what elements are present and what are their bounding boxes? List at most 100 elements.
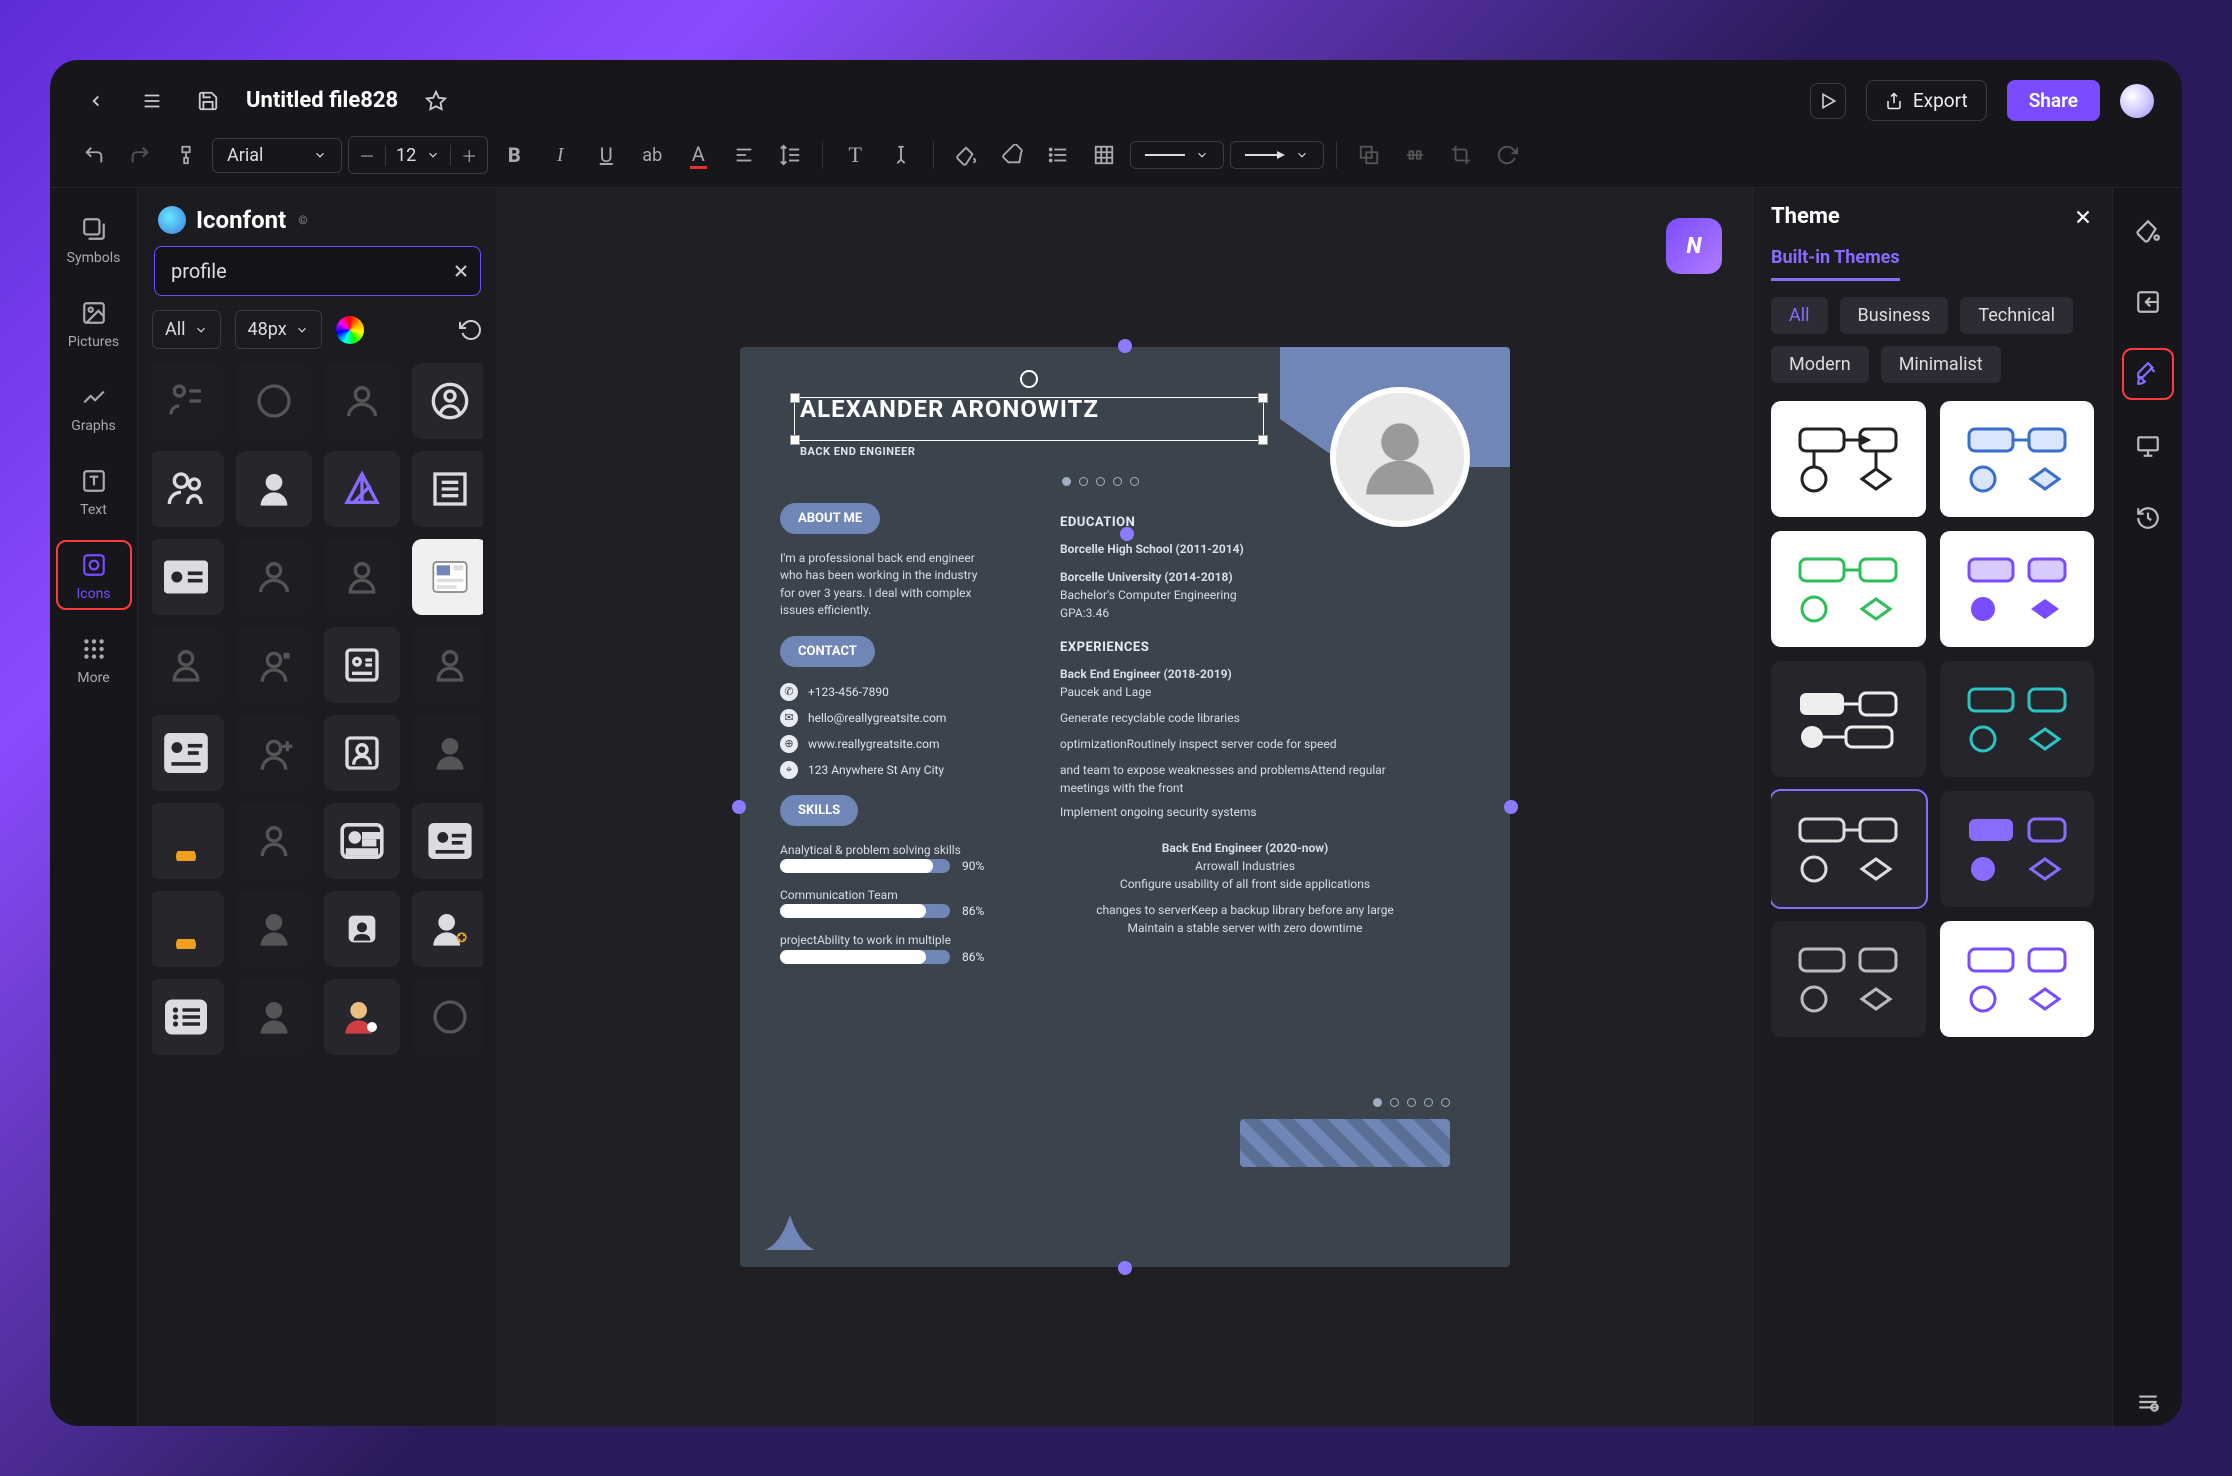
icon-filter-all[interactable]: All bbox=[152, 310, 221, 349]
resume-document[interactable]: ALEXANDER ARONOWITZ BACK END ENGINEER AB… bbox=[740, 347, 1510, 1267]
history-icon[interactable] bbox=[2124, 494, 2172, 542]
icon-tile[interactable] bbox=[152, 891, 224, 967]
theme-card[interactable] bbox=[1940, 401, 2095, 517]
icon-tile[interactable] bbox=[324, 451, 400, 527]
theme-tab[interactable]: Built-in Themes bbox=[1771, 247, 1900, 281]
icon-tile[interactable] bbox=[324, 363, 400, 439]
rail-pictures[interactable]: Pictures bbox=[58, 290, 130, 356]
play-icon[interactable] bbox=[1810, 83, 1846, 119]
icon-tile[interactable] bbox=[236, 363, 312, 439]
brand-badge[interactable]: N bbox=[1666, 218, 1722, 274]
icon-tile[interactable] bbox=[412, 803, 484, 879]
undo-icon[interactable] bbox=[74, 135, 114, 175]
export-button[interactable]: Export bbox=[1866, 80, 1987, 121]
theme-chip-all[interactable]: All bbox=[1771, 297, 1828, 334]
color-picker-icon[interactable] bbox=[336, 316, 364, 344]
icon-tile[interactable] bbox=[152, 627, 224, 703]
icon-tile[interactable] bbox=[152, 363, 224, 439]
icon-tile[interactable] bbox=[324, 715, 400, 791]
close-theme-icon[interactable] bbox=[2072, 206, 2094, 228]
icon-tile[interactable] bbox=[412, 451, 484, 527]
font-select[interactable]: Arial bbox=[212, 138, 342, 173]
icon-tile[interactable] bbox=[152, 979, 224, 1055]
icon-tile[interactable] bbox=[412, 715, 484, 791]
hamburger-menu-icon[interactable] bbox=[134, 83, 170, 119]
underline-icon[interactable]: U bbox=[586, 135, 626, 175]
icon-tile[interactable] bbox=[324, 539, 400, 615]
table-icon[interactable] bbox=[1084, 135, 1124, 175]
text-direction-icon[interactable] bbox=[881, 135, 921, 175]
line-spacing-icon[interactable] bbox=[770, 135, 810, 175]
theme-card[interactable] bbox=[1771, 661, 1926, 777]
theme-chip-technical[interactable]: Technical bbox=[1960, 297, 2073, 334]
canvas-area[interactable]: N ALEXANDER ARONOWITZ BACK END ENGINEER … bbox=[498, 188, 1752, 1426]
rail-more[interactable]: More bbox=[58, 626, 130, 692]
icon-tile[interactable] bbox=[412, 627, 484, 703]
icon-tile[interactable] bbox=[324, 891, 400, 967]
icon-tile[interactable] bbox=[152, 803, 224, 879]
icon-tile[interactable] bbox=[236, 539, 312, 615]
format-painter-icon[interactable] bbox=[166, 135, 206, 175]
icon-tile[interactable] bbox=[236, 715, 312, 791]
rotate-handle[interactable] bbox=[1020, 370, 1038, 388]
icon-tile[interactable] bbox=[412, 979, 484, 1055]
text-tool-icon[interactable]: T bbox=[835, 135, 875, 175]
italic-icon[interactable]: I bbox=[540, 135, 580, 175]
theme-tool-icon[interactable] bbox=[2124, 350, 2172, 398]
page-handle[interactable] bbox=[1118, 339, 1132, 353]
rail-graphs[interactable]: Graphs bbox=[58, 374, 130, 440]
icon-tile[interactable] bbox=[236, 451, 312, 527]
rail-icons[interactable]: Icons bbox=[58, 542, 130, 608]
line-style-select[interactable] bbox=[1130, 141, 1224, 169]
page-handle[interactable] bbox=[1504, 800, 1518, 814]
increase-size-icon[interactable]: ＋ bbox=[451, 137, 487, 173]
icon-filter-size[interactable]: 48px bbox=[235, 310, 322, 349]
share-button[interactable]: Share bbox=[2007, 80, 2100, 121]
bold-icon[interactable]: B bbox=[494, 135, 534, 175]
clear-search-icon[interactable] bbox=[451, 261, 471, 281]
page-handle[interactable] bbox=[1120, 527, 1134, 541]
theme-chip-modern[interactable]: Modern bbox=[1771, 346, 1869, 383]
rail-text[interactable]: Text bbox=[58, 458, 130, 524]
selection-box[interactable] bbox=[794, 397, 1264, 441]
icon-tile[interactable] bbox=[236, 979, 312, 1055]
icon-tile[interactable] bbox=[412, 539, 484, 615]
icon-tile[interactable] bbox=[236, 891, 312, 967]
theme-card[interactable] bbox=[1940, 791, 2095, 907]
theme-card[interactable] bbox=[1940, 921, 2095, 1037]
font-size-stepper[interactable]: － 12 ＋ bbox=[348, 136, 488, 174]
icon-tile[interactable] bbox=[152, 539, 224, 615]
icon-tile[interactable] bbox=[324, 803, 400, 879]
settings-icon[interactable] bbox=[2124, 1378, 2172, 1426]
rail-symbols[interactable]: Symbols bbox=[58, 206, 130, 272]
back-button[interactable] bbox=[78, 83, 114, 119]
arrow-style-select[interactable] bbox=[1230, 141, 1324, 169]
theme-card[interactable] bbox=[1771, 531, 1926, 647]
theme-card[interactable] bbox=[1771, 401, 1926, 517]
search-input[interactable] bbox=[154, 246, 481, 296]
icon-tile[interactable] bbox=[324, 627, 400, 703]
decrease-size-icon[interactable]: － bbox=[349, 137, 385, 173]
eraser-icon[interactable] bbox=[992, 135, 1032, 175]
icon-search[interactable] bbox=[154, 246, 481, 296]
align-icon[interactable] bbox=[724, 135, 764, 175]
icon-tile[interactable] bbox=[412, 891, 484, 967]
theme-card-selected[interactable] bbox=[1771, 791, 1926, 907]
icon-tile[interactable] bbox=[324, 979, 400, 1055]
fill-tool-icon[interactable] bbox=[2124, 206, 2172, 254]
icon-tile[interactable] bbox=[236, 627, 312, 703]
strikethrough-icon[interactable]: ab bbox=[632, 135, 672, 175]
bullet-list-icon[interactable] bbox=[1038, 135, 1078, 175]
font-color-icon[interactable]: A bbox=[678, 135, 718, 175]
redo-icon[interactable] bbox=[120, 135, 160, 175]
icon-tile[interactable] bbox=[236, 803, 312, 879]
fill-color-icon[interactable] bbox=[946, 135, 986, 175]
theme-chip-minimalist[interactable]: Minimalist bbox=[1881, 346, 2001, 383]
icon-tile[interactable] bbox=[412, 363, 484, 439]
user-avatar[interactable] bbox=[2120, 84, 2154, 118]
star-icon[interactable] bbox=[418, 83, 454, 119]
page-handle[interactable] bbox=[732, 800, 746, 814]
theme-card[interactable] bbox=[1771, 921, 1926, 1037]
theme-card[interactable] bbox=[1940, 661, 2095, 777]
present-icon[interactable] bbox=[2124, 422, 2172, 470]
